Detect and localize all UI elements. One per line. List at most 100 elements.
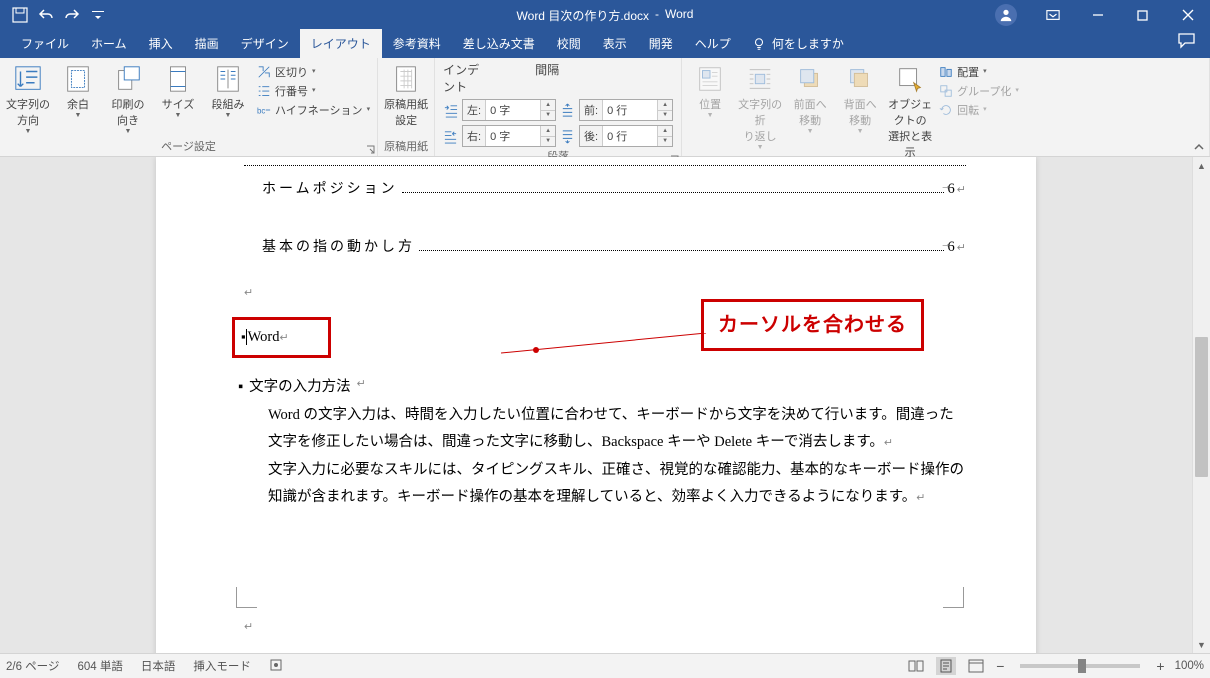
annotation-leader-line [501, 333, 711, 363]
qat-customize-icon[interactable] [90, 7, 106, 23]
margin-corner-icon [236, 587, 257, 608]
size-button[interactable]: サイズ▼ [154, 62, 202, 121]
return-mark-icon: ↵ [916, 492, 925, 504]
macro-record-icon[interactable] [269, 658, 283, 675]
spinner-up-icon[interactable]: ▲ [658, 100, 672, 110]
manuscript-settings-button[interactable]: 原稿用紙 設定 [382, 62, 430, 130]
comments-icon[interactable] [1178, 33, 1196, 52]
rotate-button[interactable]: 回転 ▾ [939, 102, 1019, 118]
group-button[interactable]: グループ化 ▾ [939, 83, 1019, 99]
status-page[interactable]: 2/6 ページ [6, 658, 59, 674]
return-mark-icon: ↵ [957, 180, 966, 201]
ribbon: 文字列の 方向▼ 余白▼ 印刷の 向き▼ サイズ▼ 段組み▼ 区切り ▾ 行番号… [0, 58, 1210, 157]
columns-button[interactable]: 段組み▼ [204, 62, 252, 121]
dialog-launcher-icon[interactable] [365, 144, 375, 154]
tab-home[interactable]: ホーム [80, 29, 138, 58]
ribbon-display-button[interactable] [1030, 0, 1075, 30]
chevron-down-icon: ▼ [857, 128, 864, 135]
body-paragraph: 文字入力に必要なスキルには、タイピングスキル、正確さ、視覚的な確認能力、基本的な… [268, 457, 966, 512]
send-backward-button[interactable]: 背面へ 移動▼ [836, 62, 884, 137]
orientation-button[interactable]: 印刷の 向き▼ [104, 62, 152, 137]
scroll-up-icon[interactable]: ▲ [1193, 157, 1210, 174]
margins-button[interactable]: 余白▼ [54, 62, 102, 121]
indent-label: インデント [443, 61, 485, 95]
close-button[interactable] [1165, 0, 1210, 30]
zoom-slider[interactable] [1020, 664, 1140, 668]
chevron-down-icon: ▼ [225, 112, 232, 119]
title-bar: Word 目次の作り方.docx - Word [0, 0, 1210, 30]
tab-layout[interactable]: レイアウト [300, 29, 382, 58]
position-button[interactable]: 位置▼ [686, 62, 734, 121]
zoom-in-button[interactable]: + [1156, 658, 1164, 674]
return-mark-icon: ↵ [279, 332, 288, 344]
tab-design[interactable]: デザイン [230, 29, 300, 58]
indent-left-input[interactable]: 左:0 字▲▼ [462, 99, 556, 121]
space-before-input[interactable]: 前:0 行▲▼ [579, 99, 673, 121]
minimize-button[interactable] [1075, 0, 1120, 30]
spinner-down-icon[interactable]: ▼ [541, 110, 555, 121]
tell-me[interactable]: 何をしますか [742, 29, 854, 58]
print-layout-button[interactable] [936, 657, 956, 675]
web-layout-button[interactable] [966, 657, 986, 675]
align-button[interactable]: 配置 ▾ [939, 64, 1019, 80]
chevron-down-icon: ▼ [25, 128, 32, 135]
zoom-out-button[interactable]: − [996, 658, 1004, 674]
account-button[interactable] [985, 0, 1030, 30]
status-mode[interactable]: 挿入モード [193, 658, 251, 674]
autosave-icon[interactable] [12, 7, 28, 23]
tab-developer[interactable]: 開発 [638, 29, 684, 58]
maximize-button[interactable] [1120, 0, 1165, 30]
tell-me-label: 何をしますか [772, 35, 844, 52]
tab-insert[interactable]: 挿入 [138, 29, 184, 58]
spinner-down-icon[interactable]: ▼ [658, 136, 672, 147]
scroll-down-icon[interactable]: ▼ [1193, 636, 1210, 653]
group-page-setup: 文字列の 方向▼ 余白▼ 印刷の 向き▼ サイズ▼ 段組み▼ 区切り ▾ 行番号… [0, 58, 378, 156]
read-mode-button[interactable] [906, 657, 926, 675]
chevron-down-icon: ▾ [983, 105, 987, 113]
scroll-thumb[interactable] [1195, 337, 1208, 477]
tab-mailings[interactable]: 差し込み文書 [452, 29, 546, 58]
spinner-down-icon[interactable]: ▼ [541, 136, 555, 147]
slider-handle[interactable] [1078, 659, 1086, 673]
hyphenation-button[interactable]: bcハイフネーション ▾ [257, 102, 370, 118]
spinner-down-icon[interactable]: ▼ [658, 110, 672, 121]
chevron-down-icon: ▼ [707, 112, 714, 119]
breaks-button[interactable]: 区切り ▾ [257, 64, 370, 80]
bring-forward-button[interactable]: 前面へ 移動▼ [786, 62, 834, 137]
tab-review[interactable]: 校閲 [546, 29, 592, 58]
page[interactable]: ホームポジション 6↵ 基本の指の動かし方 6↵ ↵ カーソルを合わせる ▪Wo… [156, 157, 1036, 653]
return-mark-icon: ↵ [357, 374, 366, 402]
redo-icon[interactable] [64, 7, 80, 23]
spacing-label: 間隔 [485, 61, 577, 95]
chevron-down-icon: ▼ [757, 144, 764, 151]
spinner-up-icon[interactable]: ▲ [658, 126, 672, 136]
status-words[interactable]: 604 単語 [77, 658, 122, 674]
chevron-down-icon: ▾ [312, 86, 316, 94]
collapse-ribbon-icon[interactable] [1192, 140, 1206, 154]
spinner-up-icon[interactable]: ▲ [541, 126, 555, 136]
line-numbers-button[interactable]: 行番号 ▾ [257, 83, 370, 99]
zoom-level[interactable]: 100% [1175, 660, 1204, 672]
status-language[interactable]: 日本語 [141, 658, 176, 674]
tab-draw[interactable]: 描画 [184, 29, 230, 58]
vertical-scrollbar[interactable]: ▲ ▼ [1192, 157, 1210, 653]
chevron-down-icon: ▾ [367, 105, 371, 113]
margin-corner-icon [943, 587, 964, 608]
tab-file[interactable]: ファイル [10, 29, 80, 58]
word-window: Word 目次の作り方.docx - Word ファイル ホーム 挿入 描画 デ… [0, 0, 1210, 678]
group-manuscript: 原稿用紙 設定 原稿用紙 [378, 58, 435, 156]
tab-help[interactable]: ヘルプ [684, 29, 742, 58]
heading-text[interactable]: Word [246, 329, 280, 345]
undo-icon[interactable] [38, 7, 54, 23]
spinner-up-icon[interactable]: ▲ [541, 100, 555, 110]
chevron-down-icon: ▼ [125, 128, 132, 135]
document-name: Word 目次の作り方.docx [517, 7, 649, 24]
document-area: ホームポジション 6↵ 基本の指の動かし方 6↵ ↵ カーソルを合わせる ▪Wo… [0, 157, 1210, 653]
text-direction-button[interactable]: 文字列の 方向▼ [4, 62, 52, 137]
selection-pane-button[interactable]: オブジェクトの 選択と表示 [886, 62, 934, 162]
tab-references[interactable]: 参考資料 [382, 29, 452, 58]
wrap-text-button[interactable]: 文字列の折 り返し▼ [736, 62, 784, 153]
space-after-input[interactable]: 後:0 行▲▼ [579, 125, 673, 147]
indent-right-input[interactable]: 右:0 字▲▼ [462, 125, 556, 147]
tab-view[interactable]: 表示 [592, 29, 638, 58]
